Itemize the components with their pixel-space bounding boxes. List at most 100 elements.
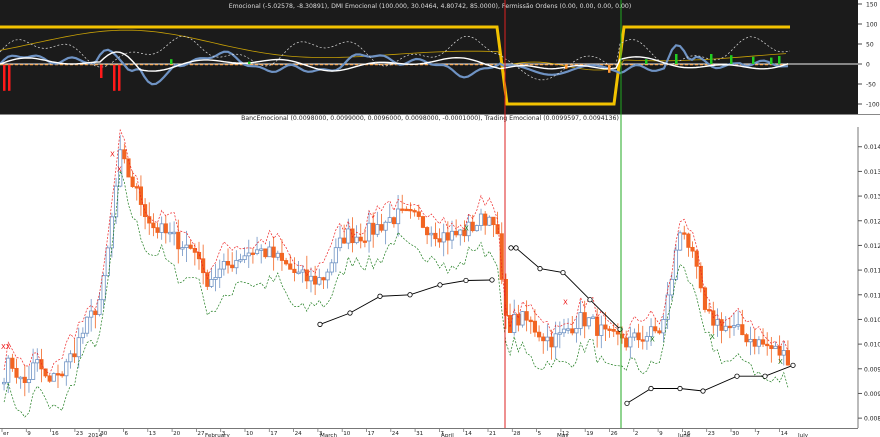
candle-down — [744, 334, 749, 343]
x-tick-label: 31 — [416, 431, 424, 437]
candle-down — [611, 329, 616, 332]
x-tick-label: 7 — [756, 431, 760, 437]
x-month-label: June — [677, 433, 691, 437]
candle-down — [541, 336, 546, 342]
candle-down — [420, 216, 426, 228]
stop-line-down-point — [537, 266, 543, 272]
candle-down — [769, 345, 774, 349]
candle-down — [313, 275, 318, 285]
green-histogram-bar — [248, 61, 251, 64]
candle-down — [412, 210, 417, 213]
candle-up — [2, 381, 7, 385]
candle-down — [437, 238, 442, 243]
price-tick-label: 0.0130 — [864, 194, 880, 201]
candle-up — [109, 216, 114, 249]
candle-up — [89, 310, 94, 318]
candle-down — [362, 240, 367, 243]
candle-up — [512, 313, 517, 333]
green-histogram-bar — [170, 59, 173, 64]
candle-up — [756, 339, 761, 347]
x-tick-label: 20 — [173, 431, 181, 437]
candle-up — [317, 277, 322, 285]
candle-up — [159, 223, 164, 233]
red-histogram-bar — [100, 64, 103, 78]
candle-down — [155, 227, 160, 233]
x-tick-label: 17 — [270, 431, 278, 437]
candle-down — [433, 232, 438, 240]
stop-line-up-point — [437, 282, 443, 288]
candle-up — [246, 252, 251, 257]
candle-down — [263, 248, 268, 258]
stop-line-june-point — [677, 385, 683, 392]
candle-up — [101, 275, 106, 301]
candle-down — [122, 149, 127, 160]
candle-down — [22, 376, 27, 384]
candle-down — [130, 176, 135, 187]
candle-up — [441, 232, 446, 243]
candle-up — [669, 278, 674, 296]
signal-marker-green: X — [650, 336, 655, 344]
candle-down — [425, 227, 430, 236]
stop-line-june-point — [734, 373, 740, 379]
candle-down — [470, 221, 475, 232]
signal-marker-green: X — [464, 225, 469, 233]
candle-down — [342, 237, 347, 244]
candle-up — [167, 231, 173, 235]
candle-down — [537, 331, 542, 338]
candle-down — [55, 373, 61, 376]
candle-up — [113, 185, 119, 218]
candle-up — [259, 248, 264, 251]
indicator-tick-label: -100 — [866, 102, 880, 109]
x-tick-label: 10 — [246, 431, 254, 437]
candle-down — [657, 330, 662, 334]
candle-up — [781, 350, 786, 356]
candle-up — [561, 328, 567, 334]
green-histogram-bar — [730, 55, 733, 64]
candle-up — [254, 249, 260, 254]
candle-down — [379, 224, 384, 231]
candle-up — [325, 271, 330, 281]
green-histogram-bar — [752, 56, 755, 64]
candle-up — [213, 277, 218, 280]
candle-down — [507, 315, 513, 333]
orange-histogram-bar — [608, 64, 611, 73]
candle-down — [595, 316, 600, 336]
candle-down — [702, 287, 708, 310]
candle-up — [673, 249, 679, 280]
x-tick-label: 10 — [343, 431, 351, 437]
candle-down — [765, 343, 770, 347]
candle-down — [93, 310, 98, 316]
candle-down — [416, 211, 421, 217]
candle-up — [748, 338, 753, 343]
candle-up — [366, 222, 372, 242]
stop-line-up-point — [463, 277, 469, 284]
candle-down — [582, 312, 587, 327]
price-tick-label: 0.0100 — [864, 342, 880, 349]
candle-up — [238, 259, 243, 262]
candle-down — [524, 311, 529, 321]
x-month-label: February — [205, 433, 230, 437]
stop-line-up — [319, 279, 493, 325]
candle-up — [736, 324, 741, 327]
green-histogram-bar — [710, 54, 713, 64]
candle-up — [329, 262, 334, 273]
candle-up — [590, 316, 596, 319]
price-panel-title: BancEmocional (0.0098000, 0.0099000, 0.0… — [241, 115, 619, 122]
candle-down — [188, 244, 193, 249]
candle-up — [275, 252, 280, 258]
candle-up — [566, 328, 571, 331]
x-tick-label: 28 — [513, 431, 521, 437]
candle-up — [300, 269, 305, 273]
candle-down — [43, 368, 48, 377]
red-histogram-bar — [3, 64, 6, 91]
candle-down — [640, 339, 645, 342]
candle-up — [35, 359, 40, 364]
price-tick-label: 0.0095 — [864, 366, 880, 373]
candle-down — [740, 324, 745, 336]
signal-marker-green: X — [778, 358, 783, 366]
x-tick-label: 9 — [27, 431, 31, 437]
candle-up — [553, 333, 558, 348]
candle-down — [570, 328, 575, 334]
stop-line-down-point — [513, 245, 519, 251]
red-histogram-bar — [113, 64, 116, 91]
